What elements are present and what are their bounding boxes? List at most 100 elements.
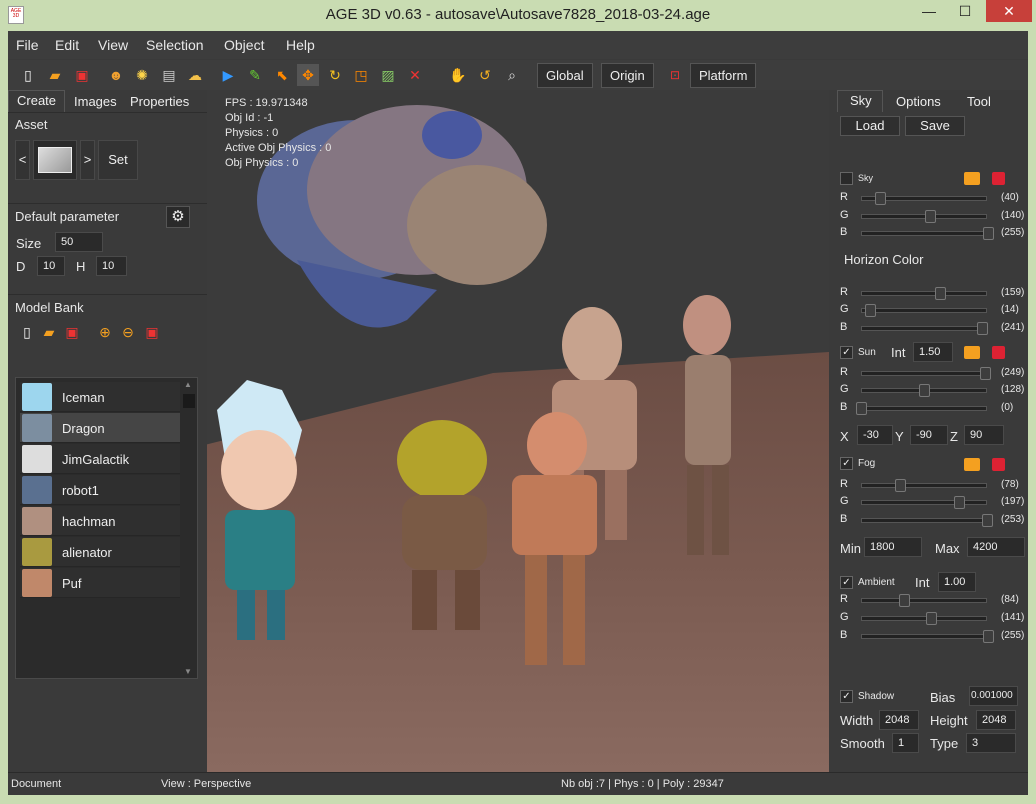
horizon-b-slider[interactable] — [861, 322, 988, 335]
shadow-bias-input[interactable]: 0.001000 — [969, 686, 1018, 706]
tab-options[interactable]: Options — [896, 94, 941, 109]
h-input[interactable]: 10 — [96, 256, 127, 276]
sky-checkbox[interactable] — [840, 172, 853, 185]
shadow-width-input[interactable]: 2048 — [879, 710, 919, 730]
close-button[interactable]: ✕ — [986, 0, 1032, 22]
terrain-icon[interactable]: ▨ — [377, 64, 399, 86]
gear-icon[interactable]: ⚙ — [166, 206, 190, 228]
sun-z-input[interactable]: 90 — [964, 425, 1004, 445]
tab-properties[interactable]: Properties — [130, 94, 189, 109]
scroll-thumb[interactable] — [183, 394, 195, 408]
ambient-g-slider[interactable] — [861, 612, 987, 625]
horizon-g-slider[interactable] — [861, 304, 987, 317]
fog-save-icon[interactable] — [992, 458, 1005, 471]
scale-icon[interactable]: ◳ — [350, 64, 372, 86]
sun-b-slider[interactable] — [856, 402, 987, 415]
sun-x-input[interactable]: -30 — [857, 425, 893, 445]
new-model-icon[interactable]: ▯ — [16, 321, 38, 343]
3d-viewport[interactable]: FPS : 19.971348 Obj Id : -1 Physics : 0 … — [207, 90, 829, 772]
asset-set-button[interactable]: Set — [98, 140, 138, 180]
list-item[interactable]: Dragon — [20, 413, 180, 443]
minimize-button[interactable]: — — [912, 0, 946, 22]
sun-y-input[interactable]: -90 — [910, 425, 948, 445]
add-model-icon[interactable]: ⊕ — [94, 321, 116, 343]
camera-icon[interactable]: ▤ — [158, 64, 180, 86]
horizon-r-slider[interactable] — [861, 287, 987, 300]
tab-tool[interactable]: Tool — [967, 94, 991, 109]
menu-help[interactable]: Help — [286, 37, 315, 53]
scroll-down-icon[interactable]: ▼ — [184, 667, 192, 676]
scroll-up-icon[interactable]: ▲ — [184, 380, 192, 389]
list-item[interactable]: Iceman — [20, 382, 180, 412]
fog-min-input[interactable]: 1800 — [864, 537, 922, 557]
sun-int-input[interactable]: 1.50 — [913, 342, 953, 362]
shadow-smooth-input[interactable]: 1 — [892, 733, 919, 753]
list-item[interactable]: Puf — [20, 568, 180, 598]
light-bulb-icon[interactable]: ✺ — [131, 64, 153, 86]
sky-r-slider[interactable] — [861, 192, 987, 205]
fog-max-input[interactable]: 4200 — [967, 537, 1025, 557]
list-item[interactable]: hachman — [20, 506, 180, 536]
tab-create[interactable]: Create — [8, 90, 65, 112]
ambient-int-input[interactable]: 1.00 — [938, 572, 976, 592]
zoom-icon[interactable]: ⌕ — [501, 64, 523, 86]
hand-pan-icon[interactable]: ✋ — [447, 64, 469, 86]
size-input[interactable]: 50 — [55, 232, 103, 252]
list-item[interactable]: robot1 — [20, 475, 180, 505]
remove-model-icon[interactable]: ⊖ — [117, 321, 139, 343]
save-button[interactable]: Save — [905, 116, 965, 136]
list-item[interactable]: JimGalactik — [20, 444, 180, 474]
menu-view[interactable]: View — [98, 37, 128, 53]
character-icon[interactable]: ☻ — [105, 64, 127, 86]
sun-r-slider[interactable] — [861, 367, 991, 380]
ambient-checkbox[interactable]: ✓ — [840, 576, 853, 589]
list-item[interactable]: alienator — [20, 537, 180, 567]
ambient-r-slider[interactable] — [861, 594, 987, 607]
sun-checkbox[interactable]: ✓ — [840, 346, 853, 359]
new-file-icon[interactable]: ▯ — [17, 64, 39, 86]
sky-folder-icon[interactable] — [964, 172, 980, 185]
fog-folder-icon[interactable] — [964, 458, 980, 471]
ambient-b-slider[interactable] — [861, 630, 994, 643]
select-arrow-icon[interactable]: ⬉ — [271, 64, 293, 86]
model-list-scrollbar[interactable]: ▲ ▼ — [182, 380, 196, 676]
platform-button[interactable]: Platform — [690, 63, 757, 88]
fog-r-slider[interactable] — [861, 479, 987, 492]
asset-next-button[interactable]: > — [80, 140, 95, 180]
rotate-icon[interactable]: ↻ — [324, 64, 346, 86]
play-icon[interactable]: ▶ — [217, 64, 239, 86]
tab-images[interactable]: Images — [74, 94, 117, 109]
menu-selection[interactable]: Selection — [146, 37, 204, 53]
shadow-height-input[interactable]: 2048 — [976, 710, 1016, 730]
sun-g-slider[interactable] — [861, 384, 987, 397]
sky-icon[interactable]: ☁ — [184, 64, 206, 86]
global-button[interactable]: Global — [537, 63, 593, 88]
sky-b-slider[interactable] — [861, 227, 994, 240]
shadow-checkbox[interactable]: ✓ — [840, 690, 853, 703]
delete-icon[interactable]: ✕ — [404, 64, 426, 86]
asset-thumbnail[interactable] — [33, 140, 77, 180]
open-model-icon[interactable]: ▰ — [38, 321, 60, 343]
asset-prev-button[interactable]: < — [15, 140, 30, 180]
snap-icon[interactable]: ⊡ — [664, 64, 686, 86]
load-button[interactable]: Load — [840, 116, 900, 136]
sun-folder-icon[interactable] — [964, 346, 980, 359]
sky-save-icon[interactable] — [992, 172, 1005, 185]
origin-button[interactable]: Origin — [601, 63, 654, 88]
maximize-button[interactable]: ☐ — [948, 0, 982, 22]
open-folder-icon[interactable]: ▰ — [44, 64, 66, 86]
menu-object[interactable]: Object — [224, 37, 264, 53]
fog-b-slider[interactable] — [861, 514, 993, 527]
fog-checkbox[interactable]: ✓ — [840, 457, 853, 470]
save-bank-icon[interactable]: ▣ — [141, 321, 163, 343]
sun-save-icon[interactable] — [992, 346, 1005, 359]
fog-g-slider[interactable] — [861, 496, 987, 509]
menu-edit[interactable]: Edit — [55, 37, 79, 53]
save-model-icon[interactable]: ▣ — [61, 321, 83, 343]
shadow-type-input[interactable]: 3 — [966, 733, 1016, 753]
pencil-icon[interactable]: ✎ — [244, 64, 266, 86]
menu-file[interactable]: File — [16, 37, 39, 53]
tab-sky[interactable]: Sky — [837, 90, 883, 112]
move-icon[interactable]: ✥ — [297, 64, 319, 86]
sky-g-slider[interactable] — [861, 210, 987, 223]
